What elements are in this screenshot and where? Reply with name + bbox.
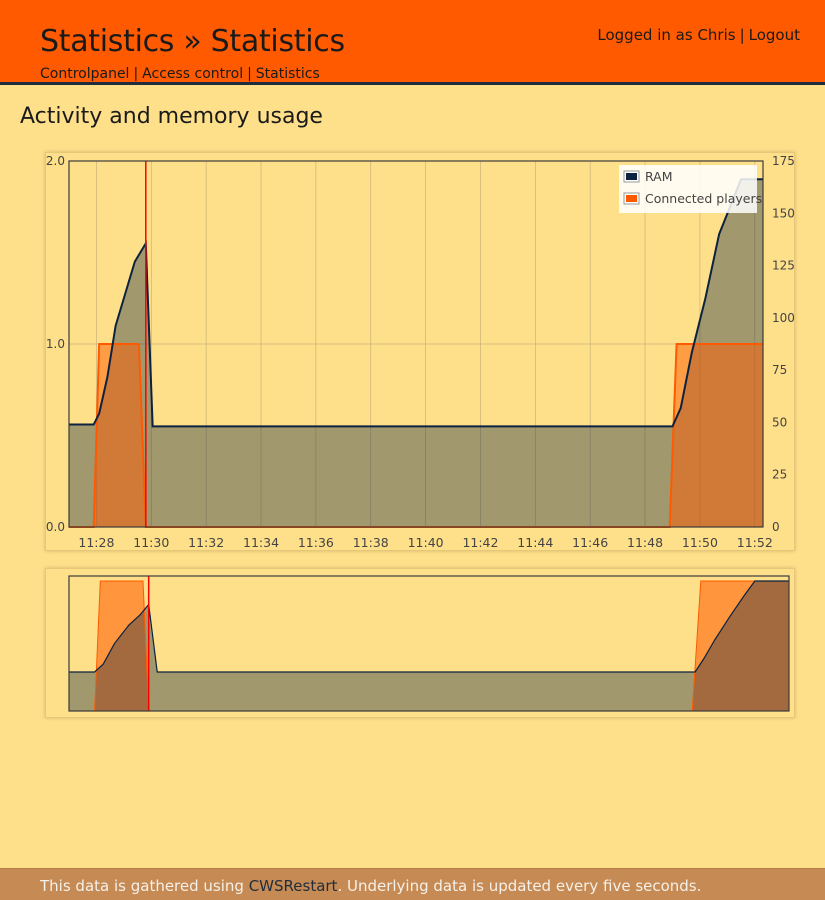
- x-tick-label: 11:40: [408, 535, 444, 550]
- footer-text: This data is gathered using CWSRestart. …: [40, 877, 701, 895]
- y-right-tick-label: 175: [772, 154, 795, 168]
- section-heading: Activity and memory usage: [20, 104, 323, 129]
- ram-line: [69, 178, 763, 428]
- y-right-tick-label: 25: [772, 468, 787, 482]
- footer-suffix: . Underlying data is updated every five …: [337, 877, 702, 895]
- overview-ram-line: [69, 580, 789, 673]
- main-chart-panel: 11:28 11:30 11:32 11:34 11:36 11:38 11:40 11:42…: [45, 152, 795, 551]
- y-right-tick-label: 125: [772, 259, 795, 273]
- x-tick-label: 11:34: [243, 535, 279, 550]
- y-left-tick-label: 0.0: [46, 520, 65, 534]
- x-tick-label: 11:48: [627, 535, 663, 550]
- logged-in-text: Logged in as Chris: [597, 26, 736, 44]
- x-tick-label: 11:52: [737, 535, 773, 550]
- x-tick-label: 11:44: [517, 535, 553, 550]
- legend-swatch: [626, 195, 637, 202]
- y-right-tick-label: 50: [772, 415, 787, 429]
- x-tick-label: 11:28: [78, 535, 114, 550]
- x-tick-label: 11:30: [133, 535, 169, 550]
- x-tick-label: 11:36: [298, 535, 334, 550]
- page-title: Statistics » Statistics: [40, 24, 345, 59]
- breadcrumb-statistics-link[interactable]: Statistics: [256, 66, 320, 82]
- footer-prefix: This data is gathered using: [40, 877, 249, 895]
- overview-chart[interactable]: [46, 569, 796, 719]
- x-tick-label: 11:32: [188, 535, 224, 550]
- user-separator: |: [739, 26, 745, 44]
- y-left-tick-label: 2.0: [46, 154, 65, 168]
- breadcrumb-separator: |: [247, 66, 252, 82]
- legend-swatch: [626, 173, 637, 180]
- page-footer: This data is gathered using CWSRestart. …: [0, 868, 825, 900]
- breadcrumb-separator: |: [133, 66, 139, 82]
- y-left-tick-label: 1.0: [46, 337, 65, 351]
- x-tick-label: 11:42: [462, 535, 498, 550]
- legend-label: Connected players: [645, 191, 762, 206]
- breadcrumb-access-control-link[interactable]: Access control: [142, 66, 243, 82]
- overview-ram-area: [69, 581, 789, 711]
- x-tick-label: 11:50: [682, 535, 718, 550]
- activity-memory-chart[interactable]: 11:28 11:30 11:32 11:34 11:36 11:38 11:40 11:42…: [46, 153, 796, 552]
- y-right-tick-label: 150: [772, 206, 795, 220]
- y-right-tick-label: 100: [772, 311, 795, 325]
- chart-legend: RAM Connected players: [619, 165, 762, 213]
- x-tick-label: 11:38: [353, 535, 389, 550]
- legend-label: RAM: [645, 169, 673, 184]
- logout-link[interactable]: Logout: [749, 26, 800, 44]
- overview-chart-panel: [45, 568, 795, 718]
- breadcrumb: Controlpanel | Access control | Statistics: [40, 66, 320, 82]
- y-right-tick-label: 0: [772, 520, 780, 534]
- x-tick-label: 11:46: [572, 535, 608, 550]
- ram-area: [69, 179, 763, 528]
- y-right-tick-label: 75: [772, 363, 787, 377]
- page-header: Statistics » Statistics Controlpanel | Acc…: [0, 0, 825, 85]
- cwsrestart-link[interactable]: CWSRestart: [249, 877, 338, 895]
- user-box: Logged in as Chris | Logout: [597, 26, 800, 44]
- breadcrumb-controlpanel-link[interactable]: Controlpanel: [40, 66, 129, 82]
